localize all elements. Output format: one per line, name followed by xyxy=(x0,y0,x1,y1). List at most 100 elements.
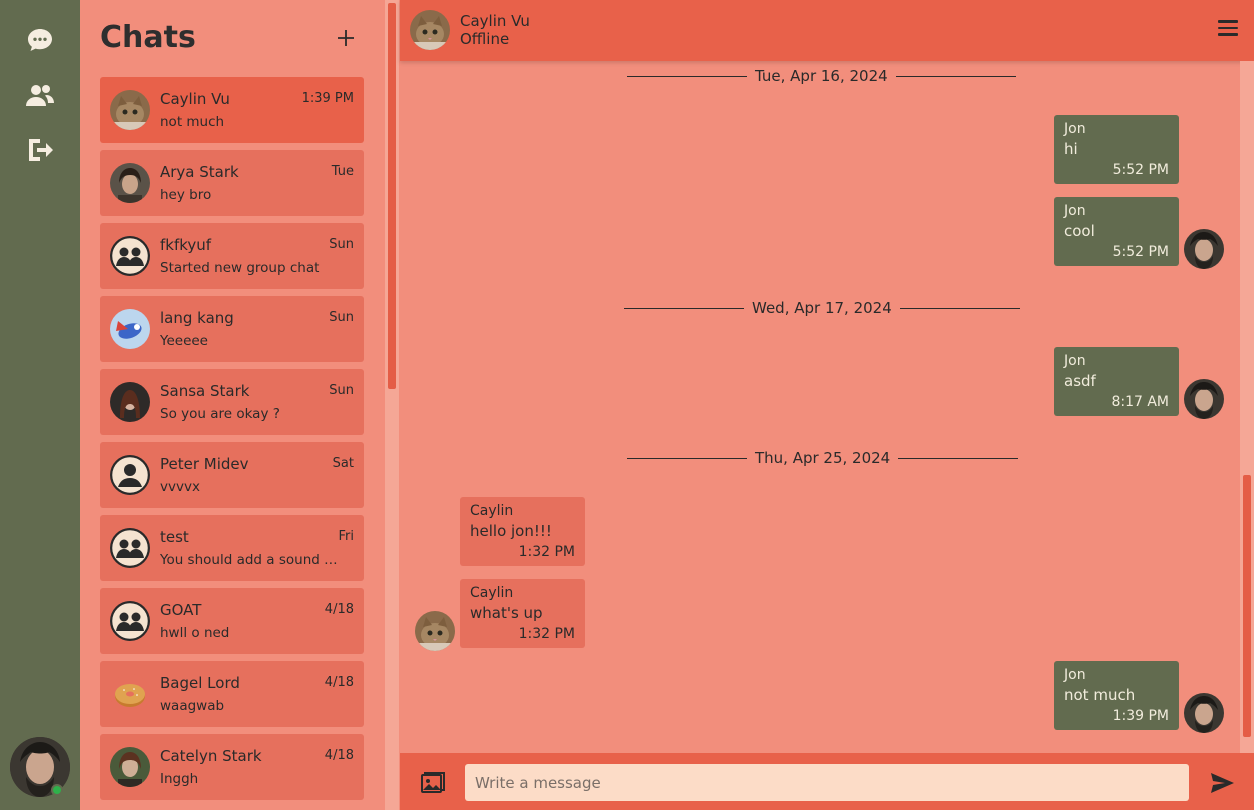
chat-name: lang kang xyxy=(160,309,234,327)
chat-time: Sun xyxy=(329,310,354,325)
message-bubble-sent[interactable]: Jon asdf 8:17 AM xyxy=(1054,347,1179,416)
chat-list: Caylin Vu 1:39 PM not much Arya Stark Tue hey… xyxy=(100,77,364,807)
message-bubble-sent[interactable]: Jon hi 5:52 PM xyxy=(1054,115,1179,184)
cat-photo xyxy=(110,90,150,130)
chat-preview: waagwab xyxy=(160,698,225,714)
message-bubble-received[interactable]: Caylin hello jon!!! 1:32 PM xyxy=(460,497,585,566)
hamburger-menu-icon[interactable] xyxy=(1218,20,1238,40)
chat-name: Catelyn Stark xyxy=(160,747,262,765)
chat-name: Peter Midev xyxy=(160,455,249,473)
chat-preview: hwll o ned xyxy=(160,625,230,641)
chat-preview: not much xyxy=(160,114,225,130)
message-sender: Jon xyxy=(1064,121,1086,137)
chat-list-scrollbar-thumb[interactable] xyxy=(388,3,396,389)
group-icon xyxy=(110,528,150,568)
message-bubble-received[interactable]: Caylin what's up 1:32 PM xyxy=(460,579,585,648)
chat-list-item[interactable]: Caylin Vu 1:39 PM not much xyxy=(100,77,364,143)
chat-time: 4/18 xyxy=(324,748,354,763)
chat-list-item[interactable]: Arya Stark Tue hey bro xyxy=(100,150,364,216)
date-separator: Tue, Apr 16, 2024 xyxy=(627,67,1016,85)
chat-preview: You should add a sound … xyxy=(160,552,338,568)
chat-time: Tue xyxy=(331,164,354,179)
message-time: 1:39 PM xyxy=(1112,708,1169,724)
logout-icon[interactable] xyxy=(25,135,55,165)
sender-avatar[interactable] xyxy=(415,611,455,651)
messages-scrollbar-thumb[interactable] xyxy=(1243,475,1251,737)
chat-list-item[interactable]: Sansa Stark Sun So you are okay ? xyxy=(100,369,364,435)
chat-preview: vvvvx xyxy=(160,479,200,495)
contact-avatar[interactable] xyxy=(410,10,450,50)
chat-bubble-icon[interactable] xyxy=(25,25,55,55)
chat-preview: Inggh xyxy=(160,771,199,787)
chat-preview: Started new group chat xyxy=(160,260,320,276)
sansa-photo xyxy=(110,382,150,422)
user-icon xyxy=(110,455,150,495)
chat-list-item[interactable]: GOAT 4/18 hwll o ned xyxy=(100,588,364,654)
sender-avatar[interactable] xyxy=(1184,693,1224,733)
chat-time: Fri xyxy=(338,529,355,544)
chat-preview: Yeeeee xyxy=(160,333,208,349)
send-icon[interactable] xyxy=(1209,771,1235,795)
chat-list-item[interactable]: fkfkyuf Sun Started new group chat xyxy=(100,223,364,289)
chat-list-item[interactable]: Catelyn Stark 4/18 Inggh xyxy=(100,734,364,800)
message-time: 5:52 PM xyxy=(1112,162,1169,178)
chat-time: Sat xyxy=(332,456,354,471)
message-time: 8:17 AM xyxy=(1111,394,1169,410)
chat-time: 1:39 PM xyxy=(301,91,354,106)
chat-name: Sansa Stark xyxy=(160,382,250,400)
chat-name: test xyxy=(160,528,189,546)
online-status-dot xyxy=(51,784,63,796)
message-time: 1:32 PM xyxy=(518,626,575,642)
message-sender: Jon xyxy=(1064,667,1086,683)
message-text: hello jon!!! xyxy=(470,522,552,540)
contact-name: Caylin Vu xyxy=(460,12,530,30)
chat-time: Sun xyxy=(329,383,354,398)
bagel-photo xyxy=(110,674,150,714)
people-icon[interactable] xyxy=(25,80,55,110)
arya-photo xyxy=(110,163,150,203)
chat-name: Arya Stark xyxy=(160,163,239,181)
message-area: Tue, Apr 16, 2024 Jon hi 5:52 PM Jon coo… xyxy=(400,61,1240,753)
group-icon xyxy=(110,236,150,276)
chat-list-item[interactable]: test Fri You should add a sound … xyxy=(100,515,364,581)
group-icon xyxy=(110,601,150,641)
sender-avatar[interactable] xyxy=(1184,379,1224,419)
date-separator: Thu, Apr 25, 2024 xyxy=(627,449,1019,467)
chats-title: Chats xyxy=(100,20,196,55)
sender-avatar[interactable] xyxy=(1184,229,1224,269)
chats-panel: Chats Caylin Vu 1:39 PM not much Arya Stark… xyxy=(80,0,400,810)
image-upload-icon[interactable] xyxy=(420,771,446,795)
chat-list-item[interactable]: Peter Midev Sat vvvvx xyxy=(100,442,364,508)
chat-preview: hey bro xyxy=(160,187,212,203)
new-chat-plus-icon[interactable] xyxy=(334,26,358,50)
message-text: cool xyxy=(1064,222,1095,240)
nav-rail xyxy=(0,0,80,810)
chat-name: GOAT xyxy=(160,601,202,619)
message-text: hi xyxy=(1064,140,1078,158)
message-input[interactable] xyxy=(465,764,1189,801)
contact-status: Offline xyxy=(460,30,510,48)
chat-name: Caylin Vu xyxy=(160,90,230,108)
message-time: 5:52 PM xyxy=(1112,244,1169,260)
message-time: 1:32 PM xyxy=(518,544,575,560)
chat-list-item[interactable]: lang kang Sun Yeeeee xyxy=(100,296,364,362)
message-bubble-sent[interactable]: Jon not much 1:39 PM xyxy=(1054,661,1179,730)
chat-list-item[interactable]: Bagel Lord 4/18 waagwab xyxy=(100,661,364,727)
message-text: not much xyxy=(1064,686,1136,704)
catelyn-photo xyxy=(110,747,150,787)
chat-name: fkfkyuf xyxy=(160,236,212,254)
conversation-header: Caylin Vu Offline xyxy=(400,0,1254,61)
message-bubble-sent[interactable]: Jon cool 5:52 PM xyxy=(1054,197,1179,266)
chat-preview: So you are okay ? xyxy=(160,406,280,422)
message-sender: Jon xyxy=(1064,353,1086,369)
message-text: what's up xyxy=(470,604,543,622)
message-text: asdf xyxy=(1064,372,1096,390)
message-sender: Jon xyxy=(1064,203,1086,219)
blue-creature-photo xyxy=(110,309,150,349)
chat-time: Sun xyxy=(329,237,354,252)
date-separator: Wed, Apr 17, 2024 xyxy=(624,299,1020,317)
chat-name: Bagel Lord xyxy=(160,674,240,692)
chat-time: 4/18 xyxy=(324,675,354,690)
message-sender: Caylin xyxy=(470,585,514,601)
message-sender: Caylin xyxy=(470,503,514,519)
